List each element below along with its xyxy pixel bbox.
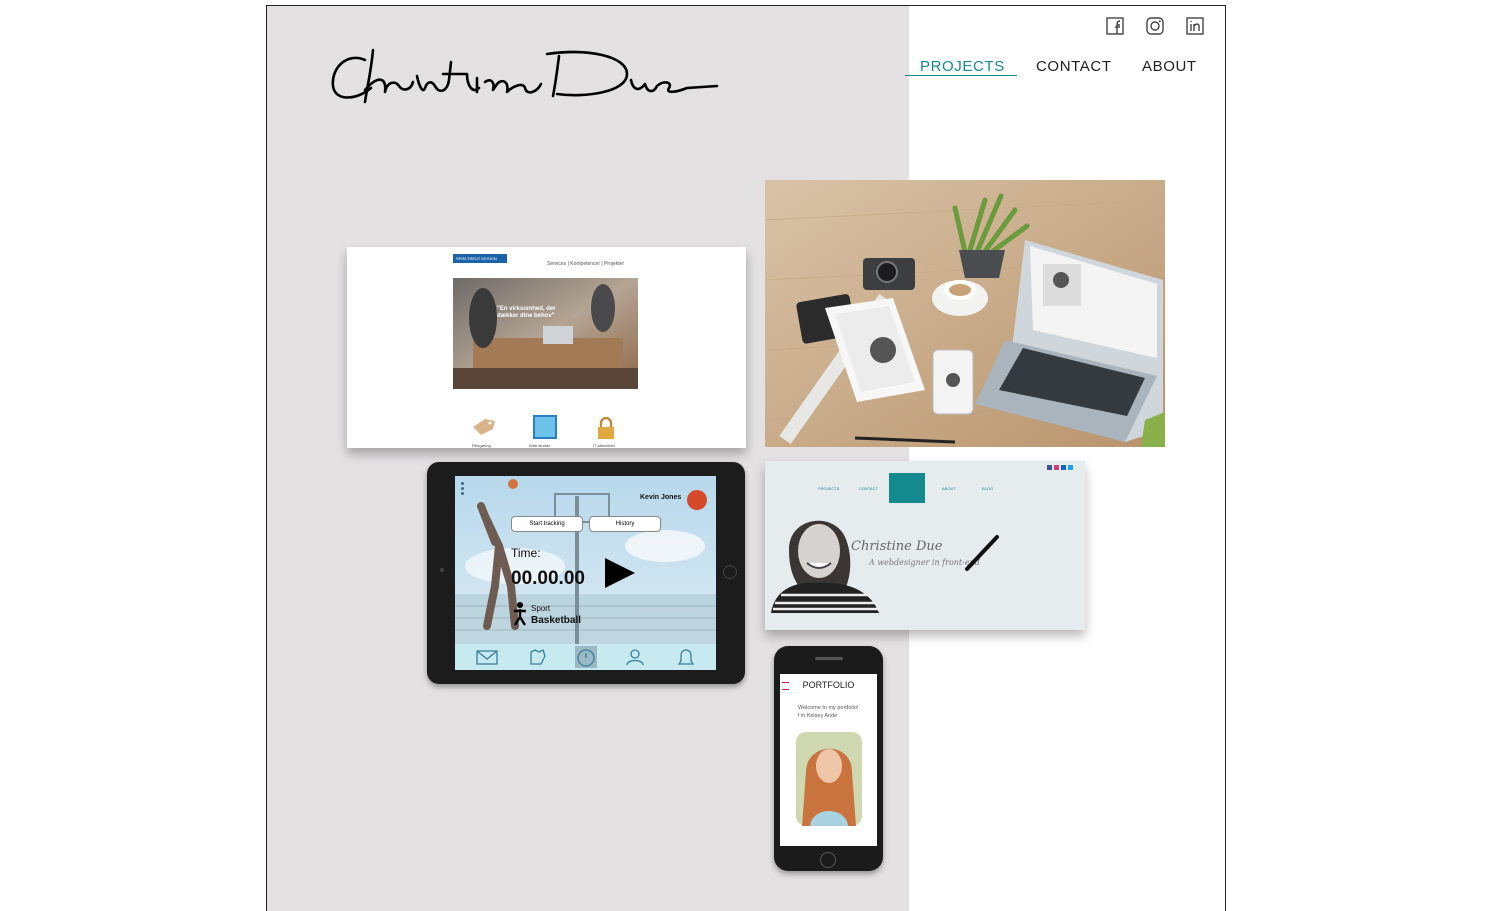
lock-icon (598, 417, 614, 439)
instagram-icon (1054, 465, 1059, 470)
sport-value: Basketball (531, 615, 582, 626)
phone-portrait (796, 732, 862, 826)
phone-screen: PORTFOLIO Welcome to my portfolio! I'm K… (780, 674, 877, 846)
portrait-photo (771, 520, 879, 613)
tablet-home-button (723, 565, 737, 579)
project-card-tablet-app[interactable]: Kevin Jones Start tracking History Time:… (427, 462, 745, 684)
site-social-icons (1047, 465, 1073, 470)
tag-icon (473, 419, 495, 435)
project-card-portfolio-site[interactable]: PROJECTS CONTACT ABOUT BLOG Christine Du… (765, 461, 1085, 630)
pen-icon (965, 535, 999, 571)
logo[interactable] (327, 42, 719, 112)
nav-about[interactable]: ABOUT (1142, 58, 1197, 75)
project-card-phone[interactable]: PORTFOLIO Welcome to my portfolio! I'm K… (774, 646, 883, 871)
instagram-icon[interactable] (1145, 16, 1165, 36)
site-hero-text: "En virksomhed, der dækker dine behov" (497, 306, 556, 319)
site-nav-item: Services (547, 261, 567, 267)
history-tab[interactable]: History (589, 516, 661, 532)
site-hero-image (453, 278, 638, 389)
nav-projects[interactable]: PROJECTS (920, 58, 1005, 75)
profile-icon[interactable] (626, 649, 644, 666)
avatar[interactable] (687, 490, 707, 510)
app-username: Kevin Jones (640, 494, 682, 501)
site-nav: Services | Kompetencer | Projekter (547, 261, 625, 267)
court-background (455, 476, 716, 670)
facebook-icon (1047, 465, 1052, 470)
player-icon (513, 602, 527, 626)
linkedin-icon[interactable] (1185, 16, 1205, 36)
site-badge: SPIELTREUT DESIGN (453, 254, 507, 263)
site-nav-item: Kompetencer (570, 261, 601, 267)
phone-welcome: Welcome to my portfolio! I'm Kelsey Ande (798, 705, 859, 719)
phone-home-button[interactable] (820, 852, 836, 868)
site-nav-item: CONTACT (859, 486, 879, 491)
tablet-camera (440, 568, 444, 572)
menu-icon[interactable] (461, 482, 464, 495)
site-nav-item: ABOUT (942, 486, 956, 491)
bell-icon[interactable] (677, 649, 695, 665)
linkedin-icon (1061, 465, 1066, 470)
play-icon[interactable] (603, 556, 637, 590)
desk-photo (765, 180, 1165, 447)
portfolio-signature: Christine Due (851, 539, 943, 554)
tablet-bottom-bar (476, 646, 695, 668)
fist-icon[interactable] (530, 649, 546, 665)
facebook-icon[interactable] (1105, 16, 1125, 36)
project-card-website[interactable]: SPIELTREUT DESIGN Services | Kompetencer… (347, 247, 746, 448)
feature-label: Rengøring (472, 443, 491, 448)
start-tracking-tab[interactable]: Start tracking (511, 516, 583, 532)
mail-icon[interactable] (476, 650, 498, 665)
feature-label: IT-sikkerhed (593, 443, 615, 448)
time-value: 00.00.00 (511, 568, 585, 589)
stopwatch-icon[interactable] (575, 646, 597, 668)
web-icon (533, 415, 557, 439)
project-card-desk-photo[interactable] (765, 180, 1165, 447)
site-nav-item: BLOG (982, 486, 994, 491)
site-nav-item: Projekter (604, 261, 625, 267)
time-label: Time: (511, 546, 541, 560)
site-logo-box (889, 473, 925, 503)
nav-active-underline (905, 75, 1017, 76)
feature-label: Web studier (529, 443, 551, 448)
phone-speaker (815, 657, 843, 660)
twitter-icon (1068, 465, 1073, 470)
page-frame: PROJECTS CONTACT ABOUT SPIELTREUT DESIGN… (266, 5, 1226, 911)
tablet-screen: Kevin Jones Start tracking History Time:… (455, 476, 716, 670)
phone-title: PORTFOLIO (802, 680, 855, 690)
nav-contact[interactable]: CONTACT (1036, 58, 1112, 75)
sport-label: Sport (531, 604, 551, 613)
site-nav-item: PROJECTS (818, 486, 840, 491)
